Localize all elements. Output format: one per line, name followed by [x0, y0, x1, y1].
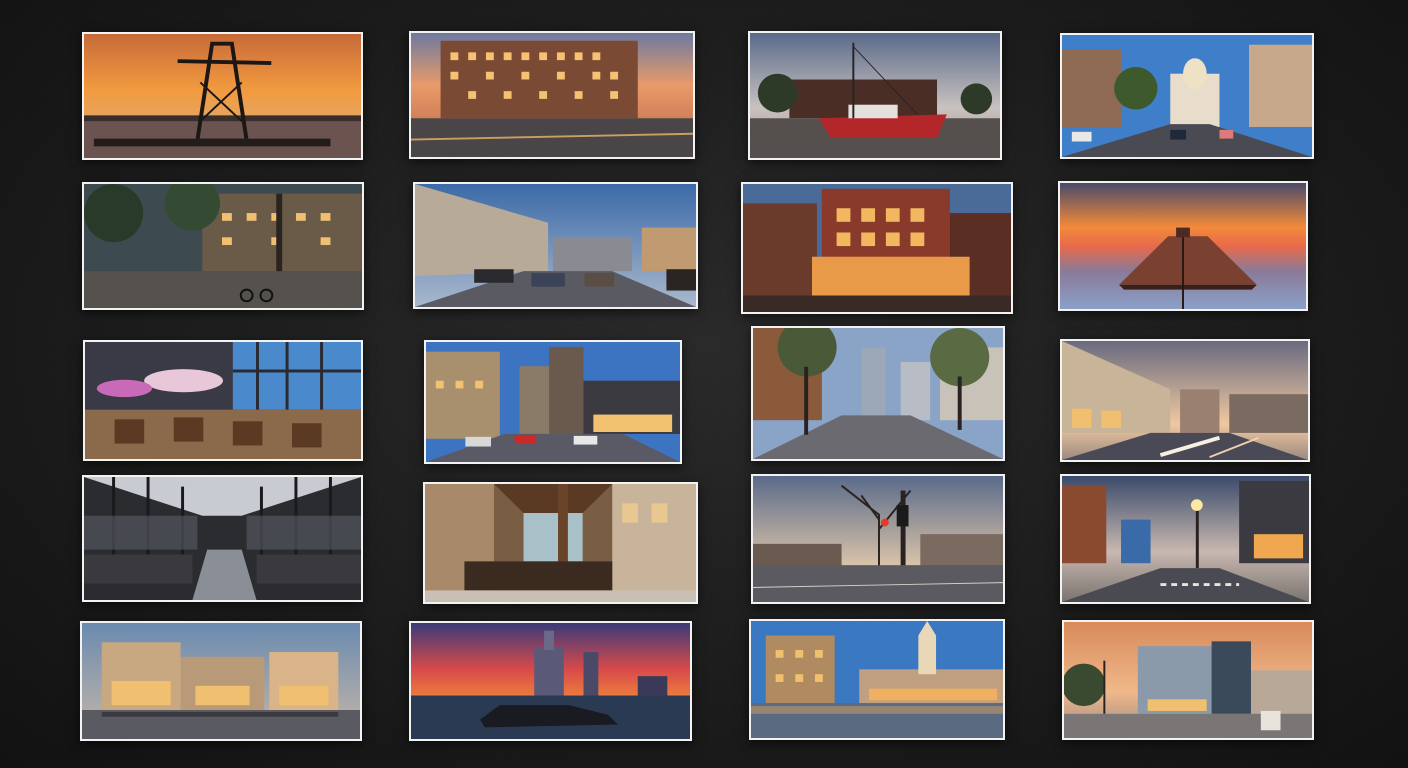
- photo-image: [751, 621, 1003, 738]
- photo-wide-plaza-trees[interactable]: [751, 326, 1005, 461]
- photo-image: [84, 184, 362, 308]
- photo-image: [82, 623, 360, 739]
- photo-image: [411, 623, 690, 739]
- photo-downtown-street-traffic[interactable]: [424, 340, 682, 464]
- photo-image: [1060, 183, 1306, 309]
- photo-image: [85, 342, 361, 459]
- photo-waterfront-clock-tower[interactable]: [749, 619, 1005, 740]
- photo-red-boat-on-plaza[interactable]: [748, 31, 1002, 160]
- photo-image: [1062, 35, 1312, 157]
- photo-domed-avenue-traffic[interactable]: [1060, 33, 1314, 159]
- photo-image: [411, 33, 693, 157]
- photo-transmission-tower-sunset[interactable]: [82, 32, 363, 160]
- photo-image: [743, 184, 1011, 312]
- photo-historic-palace-facade[interactable]: [80, 621, 362, 741]
- photo-brick-hotel-dusk[interactable]: [409, 31, 695, 159]
- photo-image: [84, 34, 361, 158]
- photo-modern-building-sunset[interactable]: [1062, 620, 1314, 740]
- photo-image: [1064, 622, 1312, 738]
- photo-tree-lined-street-bicycles[interactable]: [82, 182, 364, 310]
- photo-evening-street-lamp[interactable]: [1060, 474, 1311, 604]
- photo-lit-brick-restaurant[interactable]: [741, 182, 1013, 314]
- photo-image: [425, 484, 696, 602]
- photo-image: [753, 476, 1003, 602]
- photo-image: [84, 477, 361, 600]
- photo-cafe-interior-umbrellas[interactable]: [83, 340, 363, 461]
- photo-victorian-street-light-trails[interactable]: [1060, 339, 1310, 462]
- photo-office-boulevard-cars[interactable]: [413, 182, 698, 309]
- photo-industrial-loft-interior[interactable]: [423, 482, 698, 604]
- photo-skyline-sunset-car[interactable]: [409, 621, 692, 741]
- photo-image: [753, 328, 1003, 459]
- photo-image: [1062, 341, 1308, 460]
- photo-pier-sunset-sea[interactable]: [1058, 181, 1308, 311]
- photo-bare-tree-traffic-light[interactable]: [751, 474, 1005, 604]
- photo-image: [750, 33, 1000, 158]
- photo-image: [1062, 476, 1309, 602]
- photo-image: [426, 342, 680, 462]
- photo-image: [415, 184, 696, 307]
- photo-glass-atrium-interior[interactable]: [82, 475, 363, 602]
